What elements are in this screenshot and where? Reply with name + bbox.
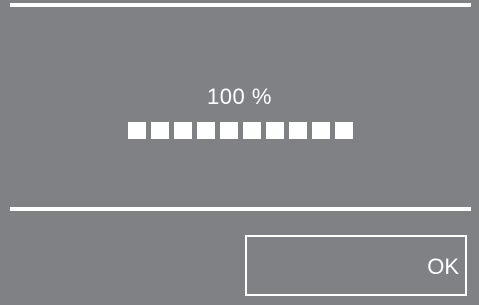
progress-segment — [266, 122, 284, 139]
progress-segment — [151, 122, 169, 139]
progress-segment — [243, 122, 261, 139]
ok-button-label: OK — [427, 254, 459, 279]
bottom-divider — [10, 207, 471, 211]
progress-segment — [312, 122, 330, 139]
progress-segment — [335, 122, 353, 139]
progress-segment — [128, 122, 146, 139]
top-divider — [10, 3, 471, 7]
progress-segment — [174, 122, 192, 139]
progress-bar — [128, 122, 353, 139]
progress-segment — [197, 122, 215, 139]
progress-segment — [289, 122, 307, 139]
progress-segment — [220, 122, 238, 139]
ok-button[interactable]: OK — [245, 235, 467, 296]
progress-percent-label: 100 % — [207, 84, 272, 109]
